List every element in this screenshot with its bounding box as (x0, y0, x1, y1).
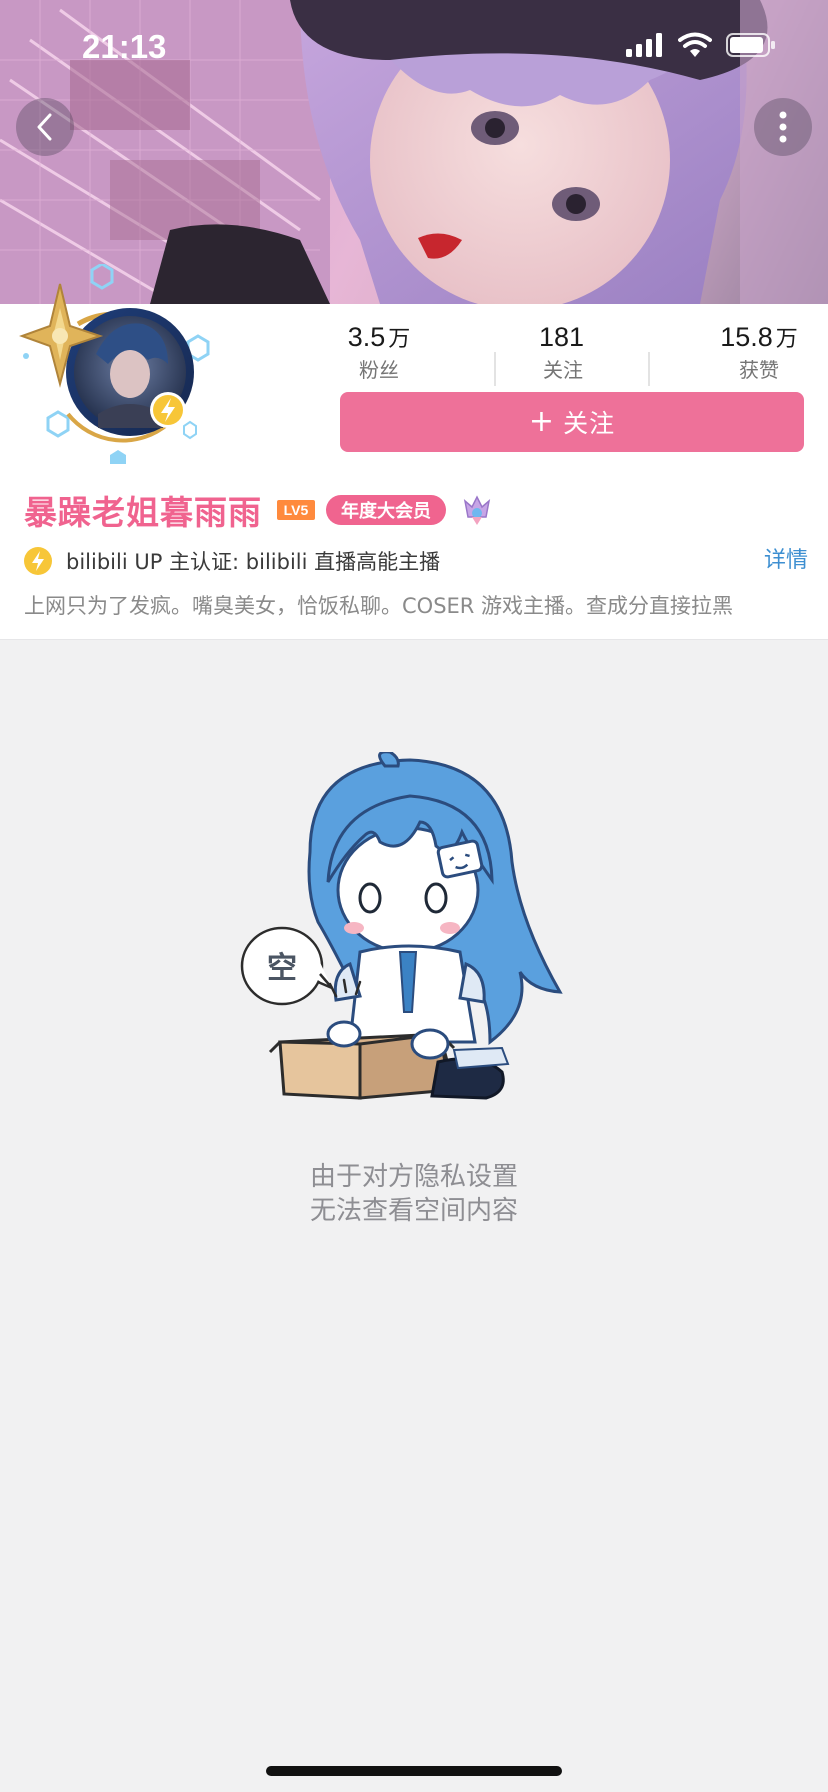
cellular-signal-icon (626, 33, 662, 57)
certification-detail-link[interactable]: 详情 (764, 544, 808, 578)
name-row: 暴躁老姐暮雨雨 LV5 年度大会员 (24, 488, 494, 532)
battery-icon (726, 33, 775, 57)
more-vertical-icon (779, 111, 787, 143)
level-badge-text: LV5 (284, 502, 309, 518)
profile-page: 21:13 3.5 万 粉丝 181 关注 15.8 万 获赞 + 关注 暴躁老… (0, 0, 828, 1792)
user-name: 暴躁老姐暮雨雨 (24, 493, 262, 532)
medal-icon[interactable] (460, 493, 494, 527)
certification-row: bilibili UP 主认证: bilibili 直播高能主播 详情 (24, 544, 808, 578)
follow-button[interactable]: + 关注 (340, 392, 804, 452)
stat-likes[interactable]: 15.8 万 获赞 (704, 320, 814, 383)
avatar[interactable] (18, 262, 228, 470)
empty-state-illustration: 空 (240, 752, 563, 1100)
stat-fans-label: 粉丝 (359, 358, 399, 382)
empty-state-message-line2: 无法查看空间内容 (309, 1196, 518, 1226)
user-bio[interactable]: 上网只为了发疯。嘴臭美女，恰饭私聊。COSER 游戏主播。查成分直接拉黑 (24, 590, 808, 622)
profile-header: 3.5 万 粉丝 181 关注 15.8 万 获赞 + 关注 暴躁老姐暮雨雨 LV5 (0, 262, 828, 640)
chevron-left-icon (37, 113, 52, 141)
stat-fans-value: 3.5 万 (347, 322, 411, 352)
lightning-bolt-icon (32, 551, 44, 571)
level-badge-icon: LV5 (277, 500, 315, 520)
avatar-pendant-frame (19, 262, 210, 470)
home-indicator[interactable] (266, 1766, 562, 1776)
stat-following-value: 181 (538, 322, 585, 352)
profile-banner-image: 21:13 (0, 0, 828, 304)
certification-text: bilibili UP 主认证: bilibili 直播高能主播 (66, 550, 441, 574)
stat-following-label: 关注 (543, 358, 583, 382)
status-icons (626, 32, 776, 58)
empty-state-message-line1: 由于对方隐私设置 (309, 1162, 518, 1192)
vip-badge[interactable]: 年度大会员 (326, 495, 446, 525)
lightning-icon (24, 547, 52, 575)
stat-fans[interactable]: 3.5 万 粉丝 (334, 320, 424, 383)
speech-bubble-text: 空 (267, 951, 297, 986)
status-time: 21:13 (82, 28, 167, 65)
stat-likes-label: 获赞 (739, 358, 779, 382)
stat-divider (494, 352, 496, 386)
plus-icon: + (528, 404, 556, 439)
status-bar: 21:13 (0, 0, 828, 94)
back-button[interactable] (16, 98, 74, 156)
stat-divider (648, 352, 650, 386)
speech-bubble: 空 (240, 926, 333, 1006)
stat-following[interactable]: 181 关注 (518, 320, 608, 383)
more-options-button[interactable] (754, 98, 812, 156)
stat-likes-value: 15.8 万 (720, 322, 798, 352)
profile-stats: 3.5 万 粉丝 181 关注 15.8 万 获赞 (300, 320, 828, 386)
wifi-icon (678, 32, 712, 57)
follow-button-label: 关注 (563, 409, 616, 438)
